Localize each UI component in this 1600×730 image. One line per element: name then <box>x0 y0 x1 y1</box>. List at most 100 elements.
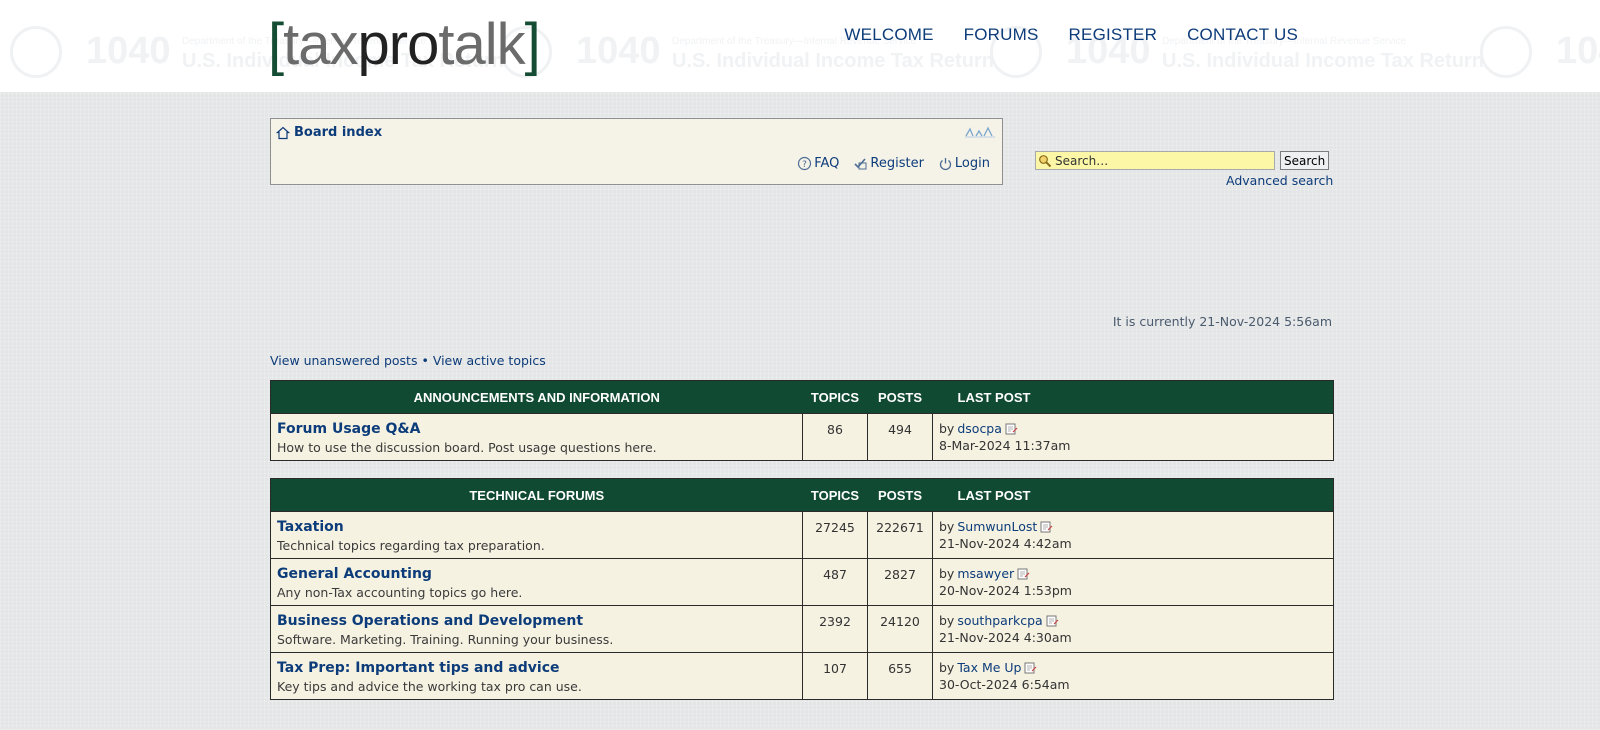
breadcrumb-board-index[interactable]: Board index <box>294 125 382 140</box>
view-latest-post-icon[interactable] <box>1017 568 1030 580</box>
forum-row: General Accounting Any non-Tax accountin… <box>270 558 1334 606</box>
forum-category-technical: TECHNICAL FORUMS TOPICS POSTS LAST POST … <box>270 478 1334 700</box>
quick-links-separator: • <box>421 353 429 368</box>
site-header: 1040 Department of the Treasury—Internal… <box>0 0 1600 92</box>
column-last-post: LAST POST <box>932 478 1334 512</box>
search-input[interactable] <box>1052 153 1274 168</box>
forum-info-cell: Taxation Technical topics regarding tax … <box>270 511 803 559</box>
last-post-date: 21-Nov-2024 4:30am <box>939 630 1072 645</box>
last-post-cell: by Tax Me Up 30-Oct-2024 6:54am <box>932 652 1334 700</box>
forum-info-cell: General Accounting Any non-Tax accountin… <box>270 558 803 606</box>
forum-row: Tax Prep: Important tips and advice Key … <box>270 652 1334 700</box>
column-posts: POSTS <box>867 478 933 512</box>
last-post-author-line: by southparkcpa <box>939 613 1333 628</box>
last-post-cell: by southparkcpa 21-Nov-2024 4:30am <box>932 605 1334 653</box>
forum-description: Key tips and advice the working tax pro … <box>277 679 582 694</box>
topics-count-cell: 487 <box>802 558 868 606</box>
view-unanswered-posts-link[interactable]: View unanswered posts <box>270 353 417 368</box>
logo-bracket-open: [ <box>268 12 284 77</box>
forum-info-cell: Tax Prep: Important tips and advice Key … <box>270 652 803 700</box>
forum-title-link[interactable]: Taxation <box>277 519 802 535</box>
forum-description: Technical topics regarding tax preparati… <box>277 538 545 553</box>
last-post-by-label: by <box>939 421 955 436</box>
view-latest-post-icon[interactable] <box>1040 521 1053 533</box>
search-field-wrapper <box>1035 151 1275 170</box>
logo-pro: pro <box>357 12 440 77</box>
forum-description: How to use the discussion board. Post us… <box>277 440 657 455</box>
font-size-change-icon[interactable] <box>964 125 996 139</box>
nav-register[interactable]: REGISTER <box>1069 25 1158 45</box>
last-post-date: 8-Mar-2024 11:37am <box>939 438 1071 453</box>
last-post-date: 21-Nov-2024 4:42am <box>939 536 1072 551</box>
register-label: Register <box>870 156 924 171</box>
site-logo[interactable]: [taxprotalk] <box>268 10 541 80</box>
posts-count: 24120 <box>880 614 920 629</box>
watermark-caption: U.S. Individual Income Tax Return <box>672 50 994 72</box>
topics-count-cell: 27245 <box>802 511 868 559</box>
category-title[interactable]: ANNOUNCEMENTS AND INFORMATION <box>270 380 803 414</box>
forum-title-link[interactable]: Business Operations and Development <box>277 613 802 629</box>
forum-category-announcements: ANNOUNCEMENTS AND INFORMATION TOPICS POS… <box>270 380 1334 461</box>
forum-row: Forum Usage Q&A How to use the discussio… <box>270 413 1334 461</box>
search-button[interactable]: Search <box>1280 151 1330 170</box>
home-icon <box>276 126 290 139</box>
last-post-author-link[interactable]: Tax Me Up <box>957 660 1021 675</box>
forum-info-cell: Business Operations and Development Soft… <box>270 605 803 653</box>
watermark-number: 1040 <box>86 30 171 72</box>
posts-count: 655 <box>888 661 912 676</box>
register-link[interactable]: Register <box>853 156 924 171</box>
topics-count-cell: 2392 <box>802 605 868 653</box>
current-time: It is currently 21-Nov-2024 5:56am <box>1112 314 1332 329</box>
login-link[interactable]: Login <box>938 156 990 171</box>
last-post-author-link[interactable]: dsocpa <box>957 421 1002 436</box>
irs-seal-icon <box>10 26 62 78</box>
last-post-by-label: by <box>939 660 955 675</box>
watermark-caption: U.S. Individual Income Tax Return <box>1162 50 1484 72</box>
power-icon <box>939 158 952 171</box>
last-post-author-line: by msawyer <box>939 566 1333 581</box>
last-post-author-link[interactable]: southparkcpa <box>957 613 1042 628</box>
view-active-topics-link[interactable]: View active topics <box>433 353 546 368</box>
svg-text:?: ? <box>802 160 807 170</box>
last-post-author-link[interactable]: SumwunLost <box>957 519 1037 534</box>
forum-title-link[interactable]: Tax Prep: Important tips and advice <box>277 660 802 676</box>
breadcrumb: Board index <box>276 125 382 140</box>
advanced-search-link[interactable]: Advanced search <box>1226 173 1333 188</box>
last-post-date: 20-Nov-2024 1:53pm <box>939 583 1072 598</box>
posts-count-cell: 222671 <box>867 511 933 559</box>
last-post-by-label: by <box>939 566 955 581</box>
posts-count-cell: 2827 <box>867 558 933 606</box>
last-post-author-line: by Tax Me Up <box>939 660 1333 675</box>
faq-link[interactable]: ? FAQ <box>797 156 839 171</box>
topics-count: 27245 <box>815 520 855 535</box>
posts-count-cell: 655 <box>867 652 933 700</box>
forum-title-link[interactable]: General Accounting <box>277 566 802 582</box>
forum-title-link[interactable]: Forum Usage Q&A <box>277 421 802 437</box>
view-latest-post-icon[interactable] <box>1024 662 1037 674</box>
forum-row: Business Operations and Development Soft… <box>270 605 1334 653</box>
logo-bracket-close: ] <box>524 12 541 77</box>
view-latest-post-icon[interactable] <box>1046 615 1059 627</box>
irs-seal-icon <box>1480 26 1532 78</box>
topics-count-cell: 107 <box>802 652 868 700</box>
category-title[interactable]: TECHNICAL FORUMS <box>270 478 803 512</box>
navbar: Board index ? FAQ Register Login <box>270 118 1003 185</box>
last-post-author-link[interactable]: msawyer <box>957 566 1014 581</box>
top-navigation: WELCOME FORUMS REGISTER CONTACT US <box>844 25 1298 45</box>
last-post-author-line: by dsocpa <box>939 421 1333 436</box>
view-latest-post-icon[interactable] <box>1005 423 1018 435</box>
nav-forums[interactable]: FORUMS <box>964 25 1039 45</box>
nav-welcome[interactable]: WELCOME <box>844 25 933 45</box>
nav-contact-us[interactable]: CONTACT US <box>1187 25 1298 45</box>
category-header-row: ANNOUNCEMENTS AND INFORMATION TOPICS POS… <box>270 380 1334 414</box>
last-post-cell: by SumwunLost 21-Nov-2024 4:42am <box>932 511 1334 559</box>
forum-info-cell: Forum Usage Q&A How to use the discussio… <box>270 413 803 461</box>
logo-tax: tax <box>283 12 358 77</box>
last-post-cell: by dsocpa 8-Mar-2024 11:37am <box>932 413 1334 461</box>
search-icon <box>1039 154 1052 167</box>
last-post-by-label: by <box>939 613 955 628</box>
form-1040-watermark: 1040 Department of the Treasury—Internal… <box>0 22 1600 82</box>
login-label: Login <box>954 156 990 171</box>
posts-count-cell: 24120 <box>867 605 933 653</box>
user-navlinks: ? FAQ Register Login <box>797 156 990 171</box>
